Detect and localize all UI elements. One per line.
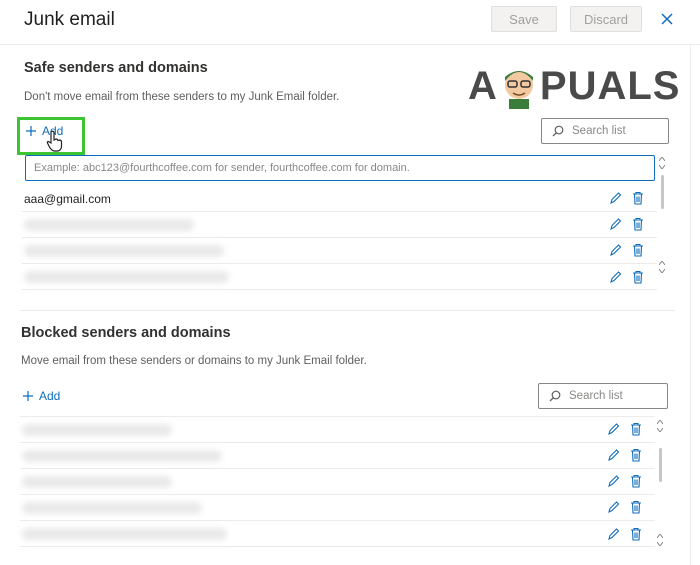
scroll-down-icon[interactable] xyxy=(655,426,665,434)
safe-senders-description: Don't move email from these senders to m… xyxy=(24,91,340,103)
blocked-add-label: Add xyxy=(39,389,61,403)
blocked-list-scrollbar[interactable] xyxy=(655,418,665,558)
safe-search-input[interactable]: Search list xyxy=(541,118,669,144)
close-icon xyxy=(661,13,673,25)
scroll-up-icon[interactable] xyxy=(655,418,665,426)
blocked-senders-heading: Blocked senders and domains xyxy=(21,325,231,341)
edit-icon[interactable] xyxy=(609,191,622,205)
edit-icon[interactable] xyxy=(609,217,622,231)
delete-icon[interactable] xyxy=(632,270,644,284)
list-item xyxy=(20,521,655,547)
blocked-senders-description: Move email from these senders or domains… xyxy=(21,355,367,367)
header-divider xyxy=(0,44,700,45)
search-icon xyxy=(549,390,561,402)
row-actions xyxy=(609,243,644,257)
delete-icon[interactable] xyxy=(632,191,644,205)
list-item xyxy=(20,495,655,521)
outer-scroll-track xyxy=(690,45,691,565)
plus-icon xyxy=(23,391,33,401)
row-actions xyxy=(609,217,644,231)
appuals-watermark: A PUALS xyxy=(468,64,681,109)
page-title: Junk email xyxy=(24,9,115,30)
safe-senders-heading: Safe senders and domains xyxy=(24,60,208,76)
row-actions xyxy=(607,474,642,488)
scroll-up-icon[interactable] xyxy=(655,532,665,540)
edit-icon[interactable] xyxy=(607,500,620,514)
safe-senders-list: aaa@gmail.com xyxy=(22,186,657,290)
redacted-entry xyxy=(22,527,227,540)
list-item xyxy=(22,212,657,238)
edit-icon[interactable] xyxy=(609,270,622,284)
edit-icon[interactable] xyxy=(609,243,622,257)
redacted-entry xyxy=(22,475,172,488)
blocked-search-input[interactable]: Search list xyxy=(538,383,668,409)
close-button[interactable] xyxy=(656,8,678,30)
scroll-thumb[interactable] xyxy=(658,448,662,482)
hand-cursor-icon xyxy=(46,130,63,152)
row-actions xyxy=(609,270,644,284)
scroll-down-icon[interactable] xyxy=(657,267,667,275)
delete-icon[interactable] xyxy=(632,217,644,231)
search-icon xyxy=(552,125,564,137)
delete-icon[interactable] xyxy=(630,474,642,488)
edit-icon[interactable] xyxy=(607,527,620,541)
row-actions xyxy=(607,448,642,462)
scroll-thumb[interactable] xyxy=(660,175,664,209)
row-actions xyxy=(607,422,642,436)
scroll-down-icon[interactable] xyxy=(655,540,665,548)
plus-icon xyxy=(26,126,36,136)
row-actions xyxy=(609,191,644,205)
edit-icon[interactable] xyxy=(607,448,620,462)
edit-icon[interactable] xyxy=(607,422,620,436)
redacted-entry xyxy=(22,449,222,462)
list-item xyxy=(20,417,655,443)
safe-search-placeholder: Search list xyxy=(572,125,626,137)
list-item xyxy=(22,238,657,264)
delete-icon[interactable] xyxy=(630,527,642,541)
redacted-entry xyxy=(22,501,202,514)
safe-add-entry-input[interactable]: Example: abc123@fourthcoffee.com for sen… xyxy=(25,155,655,181)
list-item xyxy=(22,264,657,290)
blocked-add-button[interactable]: Add xyxy=(23,389,60,403)
list-item xyxy=(20,443,655,469)
scroll-up-icon[interactable] xyxy=(657,259,667,267)
redacted-entry xyxy=(24,270,229,283)
redacted-entry xyxy=(22,423,172,436)
mascot-icon xyxy=(504,70,533,109)
redacted-entry xyxy=(24,218,194,231)
save-button[interactable]: Save xyxy=(491,6,557,32)
section-divider xyxy=(20,310,675,311)
row-actions xyxy=(607,527,642,541)
scroll-down-icon[interactable] xyxy=(657,163,667,171)
redacted-entry xyxy=(24,244,224,257)
delete-icon[interactable] xyxy=(630,422,642,436)
sender-address: aaa@gmail.com xyxy=(24,191,111,206)
list-item: aaa@gmail.com xyxy=(22,186,657,212)
discard-button[interactable]: Discard xyxy=(570,6,642,32)
list-item xyxy=(20,469,655,495)
scroll-up-icon[interactable] xyxy=(657,155,667,163)
safe-input-placeholder: Example: abc123@fourthcoffee.com for sen… xyxy=(34,162,410,174)
blocked-senders-list xyxy=(20,416,655,547)
delete-icon[interactable] xyxy=(630,500,642,514)
delete-icon[interactable] xyxy=(632,243,644,257)
blocked-search-placeholder: Search list xyxy=(569,390,623,402)
row-actions xyxy=(607,500,642,514)
edit-icon[interactable] xyxy=(607,474,620,488)
safe-list-scrollbar[interactable] xyxy=(657,155,667,285)
delete-icon[interactable] xyxy=(630,448,642,462)
